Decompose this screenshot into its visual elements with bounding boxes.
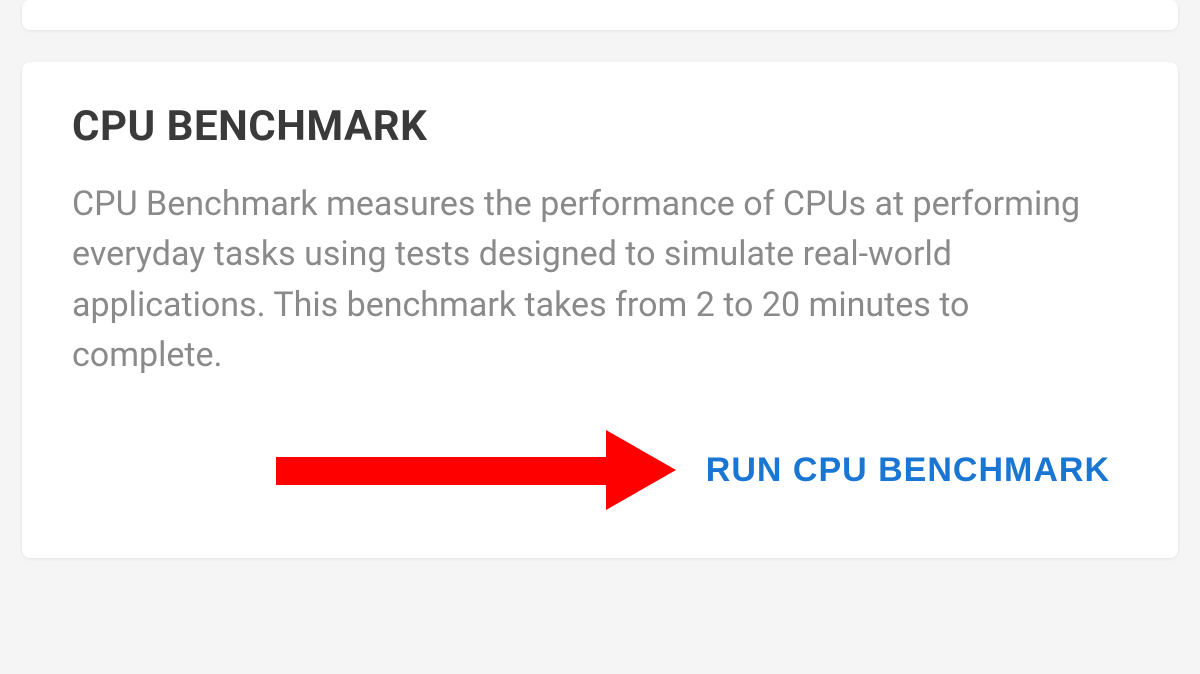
previous-card-bottom bbox=[22, 0, 1178, 30]
run-cpu-benchmark-button[interactable]: RUN CPU BENCHMARK bbox=[706, 445, 1110, 496]
card-description: CPU Benchmark measures the performance o… bbox=[72, 179, 1128, 380]
card-title: CPU BENCHMARK bbox=[72, 102, 1128, 151]
cpu-benchmark-card: CPU BENCHMARK CPU Benchmark measures the… bbox=[22, 62, 1178, 558]
card-action-row: RUN CPU BENCHMARK bbox=[72, 430, 1128, 510]
arrow-right-icon bbox=[276, 430, 676, 510]
